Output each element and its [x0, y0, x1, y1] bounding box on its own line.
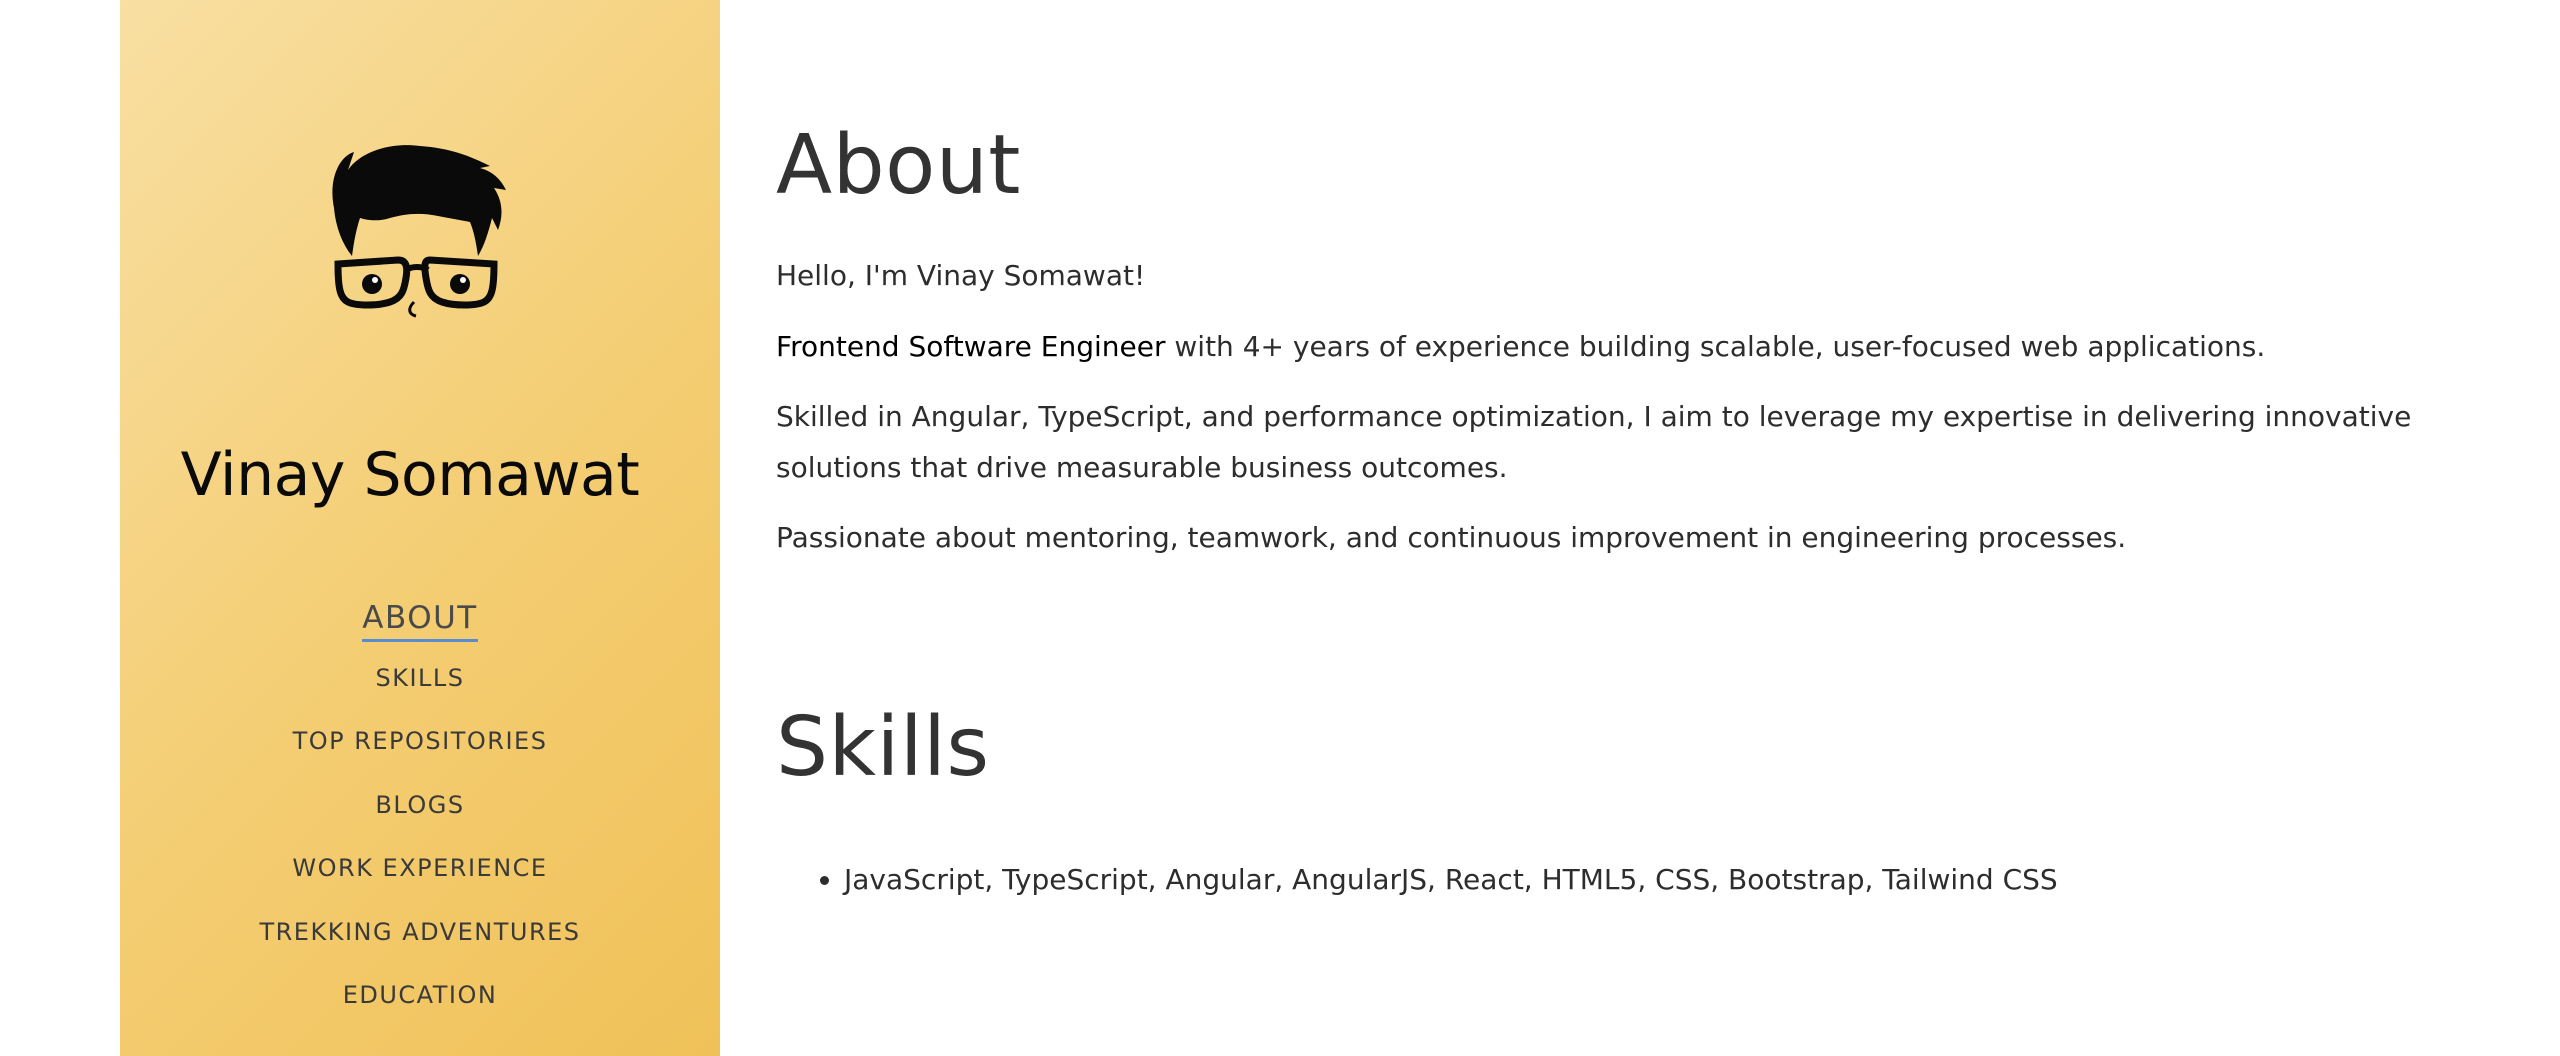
skills-list-item: JavaScript, TypeScript, Angular, Angular… — [844, 856, 2058, 904]
about-greeting: Hello, I'm Vinay Somawat! — [776, 259, 1146, 292]
nav-link-trekking-adventures[interactable]: TREKKING ADVENTURES — [259, 918, 580, 946]
skills-list: JavaScript, TypeScript, Angular, Angular… — [776, 856, 2058, 904]
about-role: Frontend Software Engineer with 4+ years… — [776, 321, 2416, 372]
nav-link-about[interactable]: ABOUT — [362, 600, 478, 642]
nav-link-top-repositories[interactable]: TOP REPOSITORIES — [293, 727, 548, 755]
nav-item-skills: SKILLS — [120, 664, 720, 728]
nav-link-work-experience[interactable]: WORK EXPERIENCE — [292, 854, 547, 882]
nav-item-about: ABOUT — [120, 600, 720, 664]
nav-item-trekking-adventures: TREKKING ADVENTURES — [120, 918, 720, 982]
nav-link-skills[interactable]: SKILLS — [375, 664, 464, 692]
nav-link-blogs[interactable]: BLOGS — [375, 791, 464, 819]
nav-item-work-experience: WORK EXPERIENCE — [120, 854, 720, 918]
skills-title: Skills — [776, 700, 990, 795]
sidebar: Vinay Somawat ABOUT SKILLS TOP REPOSITOR… — [120, 0, 720, 1056]
about-role-description: with 4+ years of experience building sca… — [1165, 330, 2266, 363]
page: Vinay Somawat ABOUT SKILLS TOP REPOSITOR… — [0, 0, 2560, 1056]
sidebar-nav: ABOUT SKILLS TOP REPOSITORIES BLOGS WORK… — [120, 600, 720, 1045]
nav-item-top-repositories: TOP REPOSITORIES — [120, 727, 720, 791]
about-skills-summary: Skilled in Angular, TypeScript, and perf… — [776, 400, 2412, 484]
about-passion: Passionate about mentoring, teamwork, an… — [776, 521, 2127, 554]
profile-name: Vinay Somawat — [180, 440, 640, 510]
nav-item-education: EDUCATION — [120, 981, 720, 1045]
cartoon-face-with-glasses-icon — [332, 145, 506, 318]
avatar — [320, 138, 520, 328]
nav-link-education[interactable]: EDUCATION — [343, 981, 498, 1009]
nav-item-blogs: BLOGS — [120, 791, 720, 855]
about-role-title: Frontend Software Engineer — [776, 330, 1166, 363]
about-title: About — [776, 118, 1021, 213]
